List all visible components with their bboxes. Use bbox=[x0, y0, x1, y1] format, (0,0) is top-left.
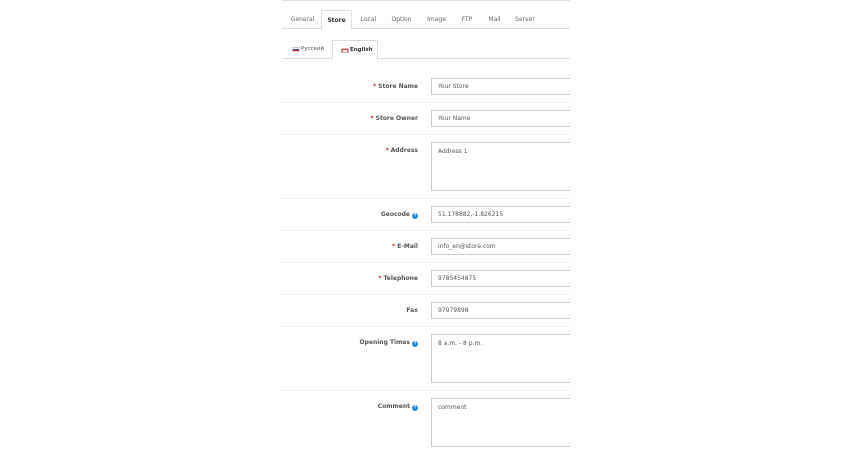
required-marker: * bbox=[378, 275, 382, 282]
tab-local[interactable]: Local bbox=[354, 10, 383, 29]
top-divider bbox=[282, 0, 570, 1]
required-marker: * bbox=[373, 83, 377, 90]
fax-input[interactable]: 97979898 bbox=[431, 302, 570, 319]
settings-panel: General Store Local Option Image FTP Mai… bbox=[282, 0, 570, 456]
store-name-input[interactable]: Your Store bbox=[431, 78, 570, 95]
opening-times-textarea[interactable]: 8 a.m. - 8 p.m. bbox=[431, 334, 570, 383]
required-marker: * bbox=[370, 115, 374, 122]
comment-label: Comment? bbox=[377, 403, 418, 411]
form-row-telephone: * Telephone 9785454875 bbox=[282, 263, 570, 295]
email-label: * E-Mail bbox=[392, 243, 418, 250]
form-row-fax: Fax 97979898 bbox=[282, 295, 570, 327]
required-marker: * bbox=[392, 243, 396, 250]
gb-flag-icon bbox=[341, 48, 349, 53]
geocode-input[interactable]: 51.178882,-1.826215 bbox=[431, 206, 570, 223]
telephone-label: * Telephone bbox=[378, 275, 418, 282]
email-input[interactable]: info_en@store.com bbox=[431, 238, 570, 255]
form-row-address: * Address Address 1 bbox=[282, 135, 570, 199]
form-row-comment: Comment? comment bbox=[282, 391, 570, 456]
language-label: English bbox=[350, 47, 373, 53]
tab-image[interactable]: Image bbox=[421, 10, 452, 29]
tab-ftp[interactable]: FTP bbox=[455, 10, 479, 29]
geocode-label: Geocode? bbox=[380, 211, 418, 219]
language-label: Русский bbox=[301, 46, 325, 52]
tab-general[interactable]: General bbox=[286, 10, 319, 29]
help-icon[interactable]: ? bbox=[412, 405, 418, 411]
form-row-email: * E-Mail info_en@store.com bbox=[282, 231, 570, 263]
language-tab-ru[interactable]: Русский bbox=[284, 40, 330, 59]
help-icon[interactable]: ? bbox=[412, 213, 418, 219]
tab-mail[interactable]: Mail bbox=[482, 10, 507, 29]
comment-textarea[interactable]: comment bbox=[431, 398, 570, 447]
fax-label: Fax bbox=[406, 307, 418, 314]
tab-store[interactable]: Store bbox=[321, 10, 352, 30]
telephone-input[interactable]: 9785454875 bbox=[431, 270, 570, 287]
required-marker: * bbox=[385, 147, 389, 154]
store-owner-label: * Store Owner bbox=[370, 115, 418, 122]
opening-times-label: Opening Times? bbox=[359, 339, 418, 347]
ru-flag-icon bbox=[292, 47, 300, 52]
help-icon[interactable]: ? bbox=[412, 341, 418, 347]
tab-option[interactable]: Option bbox=[386, 10, 417, 29]
store-owner-input[interactable]: Your Name bbox=[431, 110, 570, 127]
language-tabs: Русский English bbox=[282, 40, 570, 60]
settings-tabs: General Store Local Option Image FTP Mai… bbox=[282, 10, 570, 30]
form-row-opening-times: Opening Times? 8 a.m. - 8 p.m. bbox=[282, 327, 570, 391]
address-textarea[interactable]: Address 1 bbox=[431, 142, 570, 191]
form-row-store-owner: * Store Owner Your Name bbox=[282, 103, 570, 135]
store-name-label: * Store Name bbox=[373, 83, 418, 90]
form-row-geocode: Geocode? 51.178882,-1.826215 bbox=[282, 199, 570, 231]
form-row-store-name: * Store Name Your Store bbox=[282, 71, 570, 103]
address-label: * Address bbox=[385, 147, 418, 154]
language-tab-en[interactable]: English bbox=[332, 40, 378, 60]
tab-server[interactable]: Server bbox=[510, 10, 540, 29]
